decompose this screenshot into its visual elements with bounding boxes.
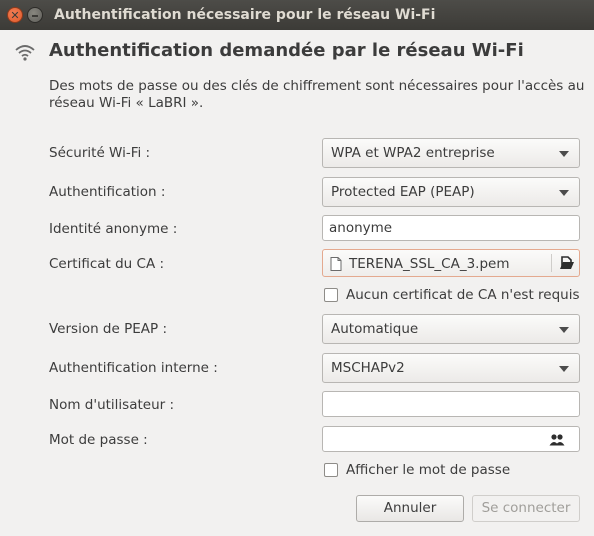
dropdown-arrow-icon — [559, 327, 569, 333]
connect-button[interactable]: Se connecter — [472, 495, 580, 522]
dialog-description: Des mots de passe ou des clés de chiffre… — [49, 78, 585, 111]
peap-version-label: Version de PEAP : — [49, 321, 167, 337]
ca-cert-value: TERENA_SSL_CA_3.pem — [349, 256, 510, 272]
anon-identity-value: anonyme — [329, 220, 393, 236]
show-password-checkbox[interactable] — [324, 463, 338, 477]
username-label: Nom d'utilisateur : — [49, 397, 175, 413]
ca-cert-label: Certificat du CA : — [49, 256, 165, 272]
dropdown-arrow-icon — [559, 366, 569, 372]
auth-value: Protected EAP (PEAP) — [331, 184, 475, 200]
anon-identity-input[interactable]: anonyme — [322, 215, 580, 241]
auth-select[interactable]: Protected EAP (PEAP) — [322, 177, 580, 207]
document-icon — [330, 257, 342, 271]
security-value: WPA et WPA2 entreprise — [331, 145, 495, 161]
security-select[interactable]: WPA et WPA2 entreprise — [322, 138, 580, 168]
anon-identity-label: Identité anonyme : — [49, 221, 178, 237]
minimize-icon[interactable] — [27, 7, 43, 23]
dialog-heading: Authentification demandée par le réseau … — [49, 40, 524, 61]
security-label: Sécurité Wi-Fi : — [49, 145, 151, 161]
peap-version-value: Automatique — [331, 321, 419, 337]
password-label: Mot de passe : — [49, 432, 148, 448]
wifi-icon — [15, 45, 35, 61]
ca-cert-file-chooser[interactable]: TERENA_SSL_CA_3.pem — [322, 249, 580, 277]
inner-auth-value: MSCHAPv2 — [331, 360, 405, 376]
inner-auth-select[interactable]: MSCHAPv2 — [322, 353, 580, 383]
auth-label: Authentification : — [49, 184, 166, 200]
no-ca-cert-checkbox[interactable] — [324, 288, 338, 302]
password-input[interactable] — [322, 426, 580, 452]
window-title: Authentification nécessaire pour le rése… — [54, 7, 436, 23]
dropdown-arrow-icon — [559, 151, 569, 157]
peap-version-select[interactable]: Automatique — [322, 314, 580, 344]
close-icon[interactable]: ✕ — [7, 7, 23, 23]
users-icon[interactable] — [549, 433, 565, 446]
cancel-button[interactable]: Annuler — [356, 495, 464, 522]
username-input[interactable] — [322, 391, 580, 417]
dropdown-arrow-icon — [559, 190, 569, 196]
no-ca-cert-label[interactable]: Aucun certificat de CA n'est requis — [346, 287, 580, 303]
separator — [551, 254, 552, 272]
inner-auth-label: Authentification interne : — [49, 360, 218, 376]
show-password-label[interactable]: Afficher le mot de passe — [346, 462, 510, 478]
folder-open-icon — [560, 256, 574, 269]
window-titlebar: ✕ Authentification nécessaire pour le ré… — [0, 0, 594, 30]
